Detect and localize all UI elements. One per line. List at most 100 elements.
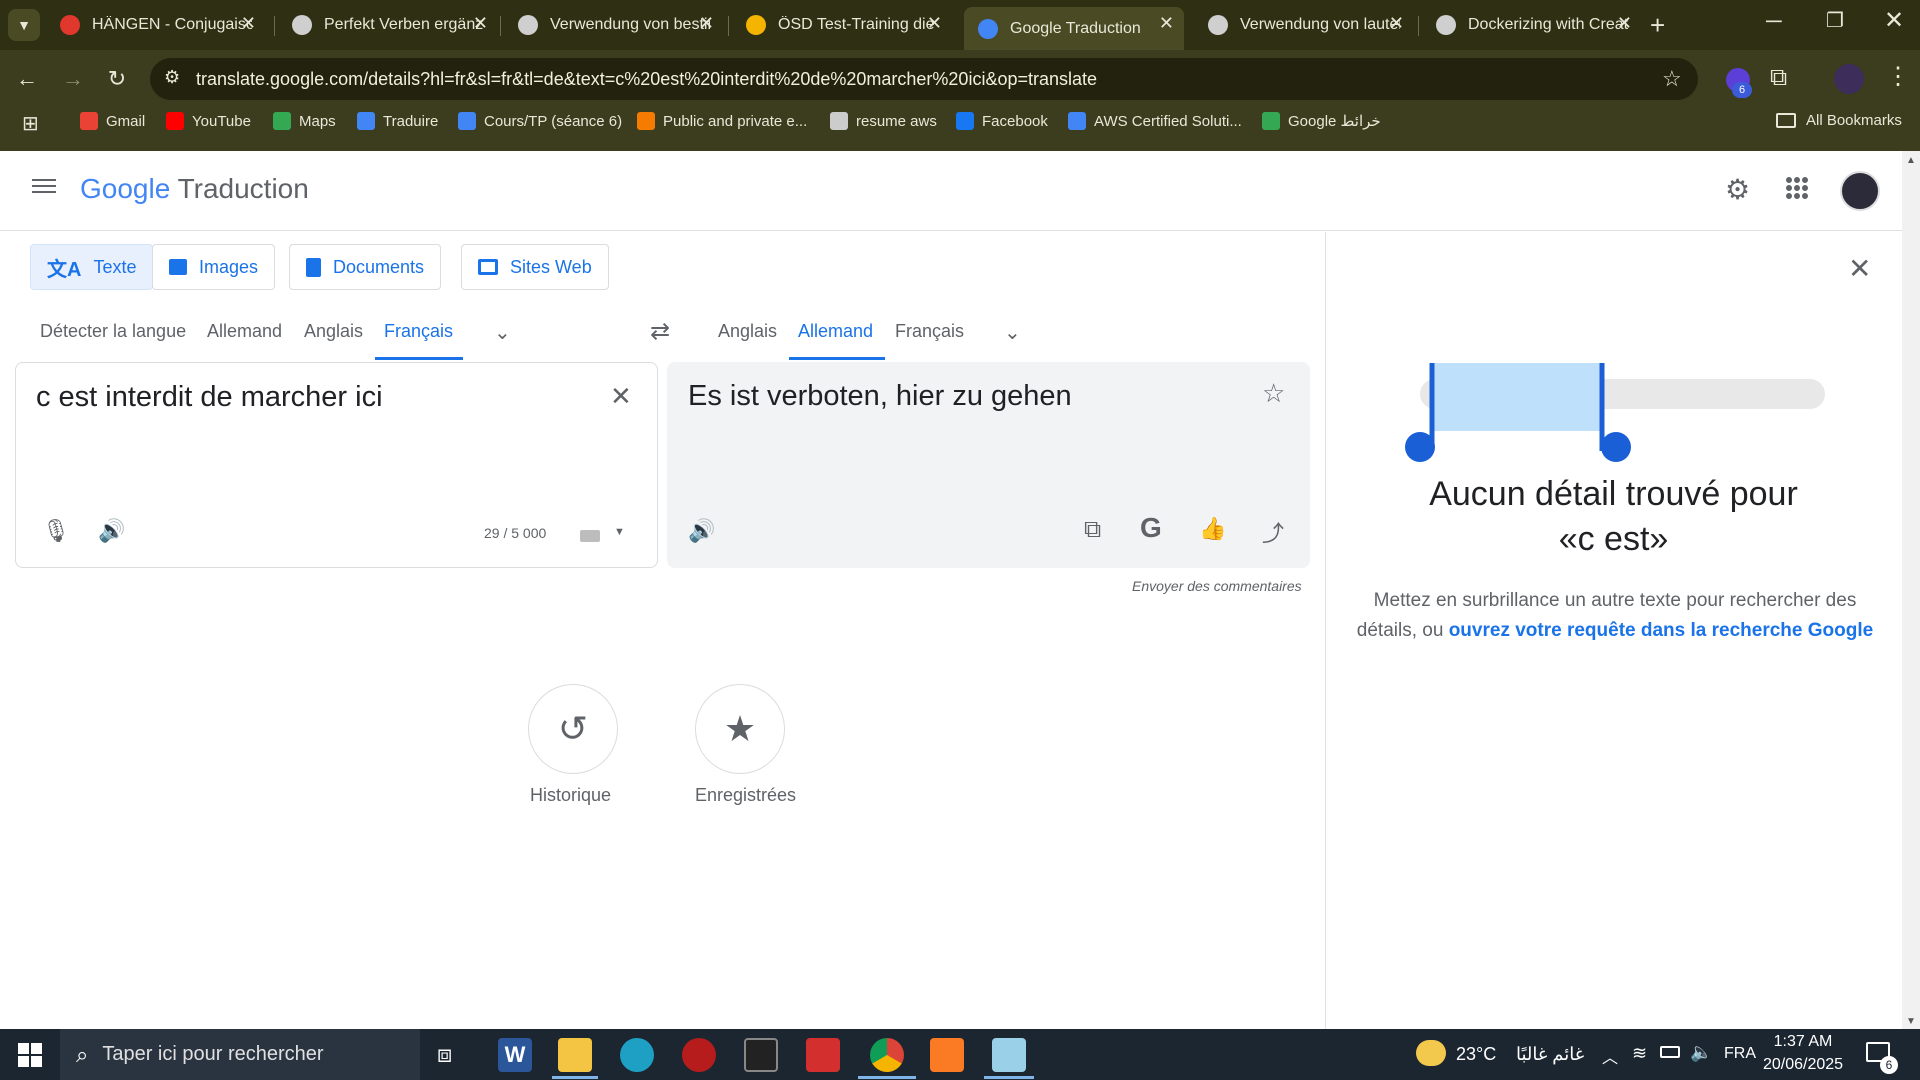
bookmark-item[interactable]: YouTube	[166, 112, 251, 130]
rate-translation-icon[interactable]: 👍	[1199, 516, 1226, 542]
battery-icon[interactable]	[1660, 1046, 1680, 1058]
tab-close-icon[interactable]: ✕	[699, 13, 714, 34]
save-translation-star-icon[interactable]: ☆	[1262, 378, 1285, 409]
google-g-icon[interactable]: G	[1140, 512, 1162, 544]
tab-close-icon[interactable]: ✕	[1617, 13, 1632, 34]
share-icon[interactable]: ⤴	[1262, 516, 1284, 548]
history-button[interactable]: ↺	[528, 684, 618, 774]
word-app-icon[interactable]: W	[498, 1038, 532, 1072]
reload-button[interactable]: ↻	[102, 66, 132, 92]
browser-tab[interactable]: ÖSD Test-Training die ✕	[732, 7, 952, 43]
bookmark-item[interactable]: Public and private e...	[637, 112, 807, 130]
target-speaker-icon[interactable]: 🔊	[688, 518, 715, 544]
browser-tab[interactable]: HÄNGEN - Conjugaison ✕	[46, 7, 266, 43]
new-tab-button[interactable]: +	[1650, 10, 1665, 41]
notes-app-icon[interactable]	[992, 1038, 1026, 1072]
file-explorer-icon[interactable]	[558, 1038, 592, 1072]
weather-text[interactable]: غائم غالبًا	[1516, 1044, 1584, 1065]
all-bookmarks[interactable]: All Bookmarks	[1776, 112, 1902, 129]
browser-tab[interactable]: Dockerizing with Create ✕	[1422, 7, 1642, 43]
mode-text-button[interactable]: 文A Texte	[30, 244, 154, 290]
src-lang-french[interactable]: Français	[384, 321, 453, 342]
bookmark-item[interactable]: AWS Certified Soluti...	[1068, 112, 1242, 130]
mode-websites-button[interactable]: Sites Web	[461, 244, 609, 290]
page-scrollbar[interactable]: ▲ ▼	[1902, 151, 1920, 1029]
url-text[interactable]: translate.google.com/details?hl=fr&sl=fr…	[196, 69, 1097, 90]
weather-icon[interactable]	[1416, 1040, 1446, 1066]
puzzle-icon[interactable]: ⧉	[1770, 64, 1787, 92]
src-lang-detect[interactable]: Détecter la langue	[40, 321, 186, 342]
tab-close-icon[interactable]: ✕	[241, 13, 256, 34]
microphone-icon[interactable]: 🎙	[42, 518, 70, 544]
bookmark-item[interactable]: Facebook	[956, 112, 1048, 130]
xampp-icon[interactable]	[930, 1038, 964, 1072]
tab-search-button[interactable]: ▼	[8, 9, 40, 41]
google-apps-icon[interactable]	[1786, 177, 1808, 199]
swap-languages-icon[interactable]: ⇄	[650, 317, 670, 346]
src-lang-english[interactable]: Anglais	[304, 321, 363, 342]
browser-tab[interactable]: Verwendung von bestimmt✕	[504, 7, 724, 43]
tgt-lang-german[interactable]: Allemand	[798, 321, 873, 342]
src-lang-german[interactable]: Allemand	[207, 321, 282, 342]
clock-time[interactable]: 1:37 AM	[1768, 1033, 1838, 1051]
tgt-lang-english[interactable]: Anglais	[718, 321, 777, 342]
edge-icon[interactable]	[620, 1038, 654, 1072]
src-lang-more-chevron-icon[interactable]: ⌄	[494, 320, 511, 345]
input-language[interactable]: FRA	[1724, 1045, 1756, 1063]
taskbar-search[interactable]: ⌕ Taper ici pour rechercher	[60, 1029, 420, 1080]
task-view-icon[interactable]: ⧈	[437, 1041, 452, 1069]
forward-button[interactable]: →	[58, 66, 88, 92]
bookmark-item[interactable]: resume aws	[830, 112, 937, 130]
tab-close-icon[interactable]: ✕	[1389, 13, 1404, 34]
open-google-search-link[interactable]: ouvrez votre requête dans la recherche G…	[1449, 620, 1873, 641]
volume-icon[interactable]: 🔈	[1690, 1042, 1712, 1063]
minimize-button[interactable]: ─	[1766, 8, 1782, 34]
security-app-icon[interactable]	[682, 1038, 716, 1072]
back-button[interactable]: ←	[12, 66, 42, 92]
profile-avatar[interactable]	[1834, 64, 1864, 94]
close-details-icon[interactable]: ✕	[1848, 252, 1871, 285]
terminal-icon[interactable]	[744, 1038, 778, 1072]
bookmark-item[interactable]: Cours/TP (séance 6)	[458, 112, 622, 130]
address-bar[interactable]: ⚙ translate.google.com/details?hl=fr&sl=…	[150, 58, 1698, 100]
weather-temp[interactable]: 23°C	[1456, 1044, 1496, 1065]
browser-tab[interactable]: Verwendung von lauter ✕	[1194, 7, 1414, 43]
account-avatar[interactable]	[1840, 171, 1880, 211]
windows-start-icon[interactable]	[18, 1043, 42, 1067]
tab-close-icon[interactable]: ✕	[473, 13, 488, 34]
site-info-icon[interactable]: ⚙	[164, 67, 180, 88]
clock-date[interactable]: 20/06/2025	[1762, 1056, 1844, 1074]
mode-images-button[interactable]: Images	[152, 244, 276, 290]
tab-close-icon[interactable]: ✕	[927, 13, 942, 34]
close-window-button[interactable]: ✕	[1884, 6, 1904, 35]
tgt-lang-french[interactable]: Français	[895, 321, 964, 342]
bookmark-item[interactable]: Google خرائط	[1262, 112, 1381, 130]
tgt-lang-more-chevron-icon[interactable]: ⌄	[1004, 320, 1021, 345]
saved-button[interactable]: ★	[695, 684, 785, 774]
menu-dots-icon[interactable]: ⋮	[1886, 62, 1910, 91]
restore-button[interactable]: ❐	[1826, 8, 1844, 33]
star-icon[interactable]: ☆	[1662, 66, 1682, 92]
keyboard-dropdown-icon[interactable]: ▼	[614, 526, 625, 538]
tab-close-icon[interactable]: ✕	[1159, 13, 1174, 34]
send-feedback-link[interactable]: Envoyer des commentaires	[1132, 578, 1302, 594]
source-speaker-icon[interactable]: 🔊	[98, 518, 125, 544]
settings-gear-icon[interactable]: ⚙	[1725, 173, 1750, 206]
source-text[interactable]: c est interdit de marcher ici	[36, 381, 383, 414]
acrobat-icon[interactable]	[806, 1038, 840, 1072]
bookmark-item[interactable]: Traduire	[357, 112, 438, 130]
bookmark-item[interactable]: Gmail	[80, 112, 145, 130]
bookmark-item[interactable]: Maps	[273, 112, 336, 130]
wifi-icon[interactable]: ≋	[1632, 1043, 1647, 1064]
clear-source-icon[interactable]: ✕	[610, 381, 632, 412]
browser-tab[interactable]: Perfekt Verben ergänzen ✕	[278, 7, 498, 43]
apps-grid-icon[interactable]: ⊞	[22, 111, 39, 136]
source-textarea[interactable]: c est interdit de marcher ici ✕ 🎙 🔊 29 /…	[15, 362, 658, 568]
app-logo[interactable]: Google Traduction	[80, 173, 309, 205]
tray-chevron-up-icon[interactable]: ︿	[1602, 1044, 1618, 1068]
main-menu-icon[interactable]	[32, 175, 56, 197]
keyboard-icon[interactable]	[580, 530, 600, 542]
chrome-icon[interactable]	[870, 1038, 904, 1072]
copy-icon[interactable]: ⧉	[1084, 516, 1101, 544]
browser-tab[interactable]: Google Traduction ✕	[964, 7, 1184, 50]
